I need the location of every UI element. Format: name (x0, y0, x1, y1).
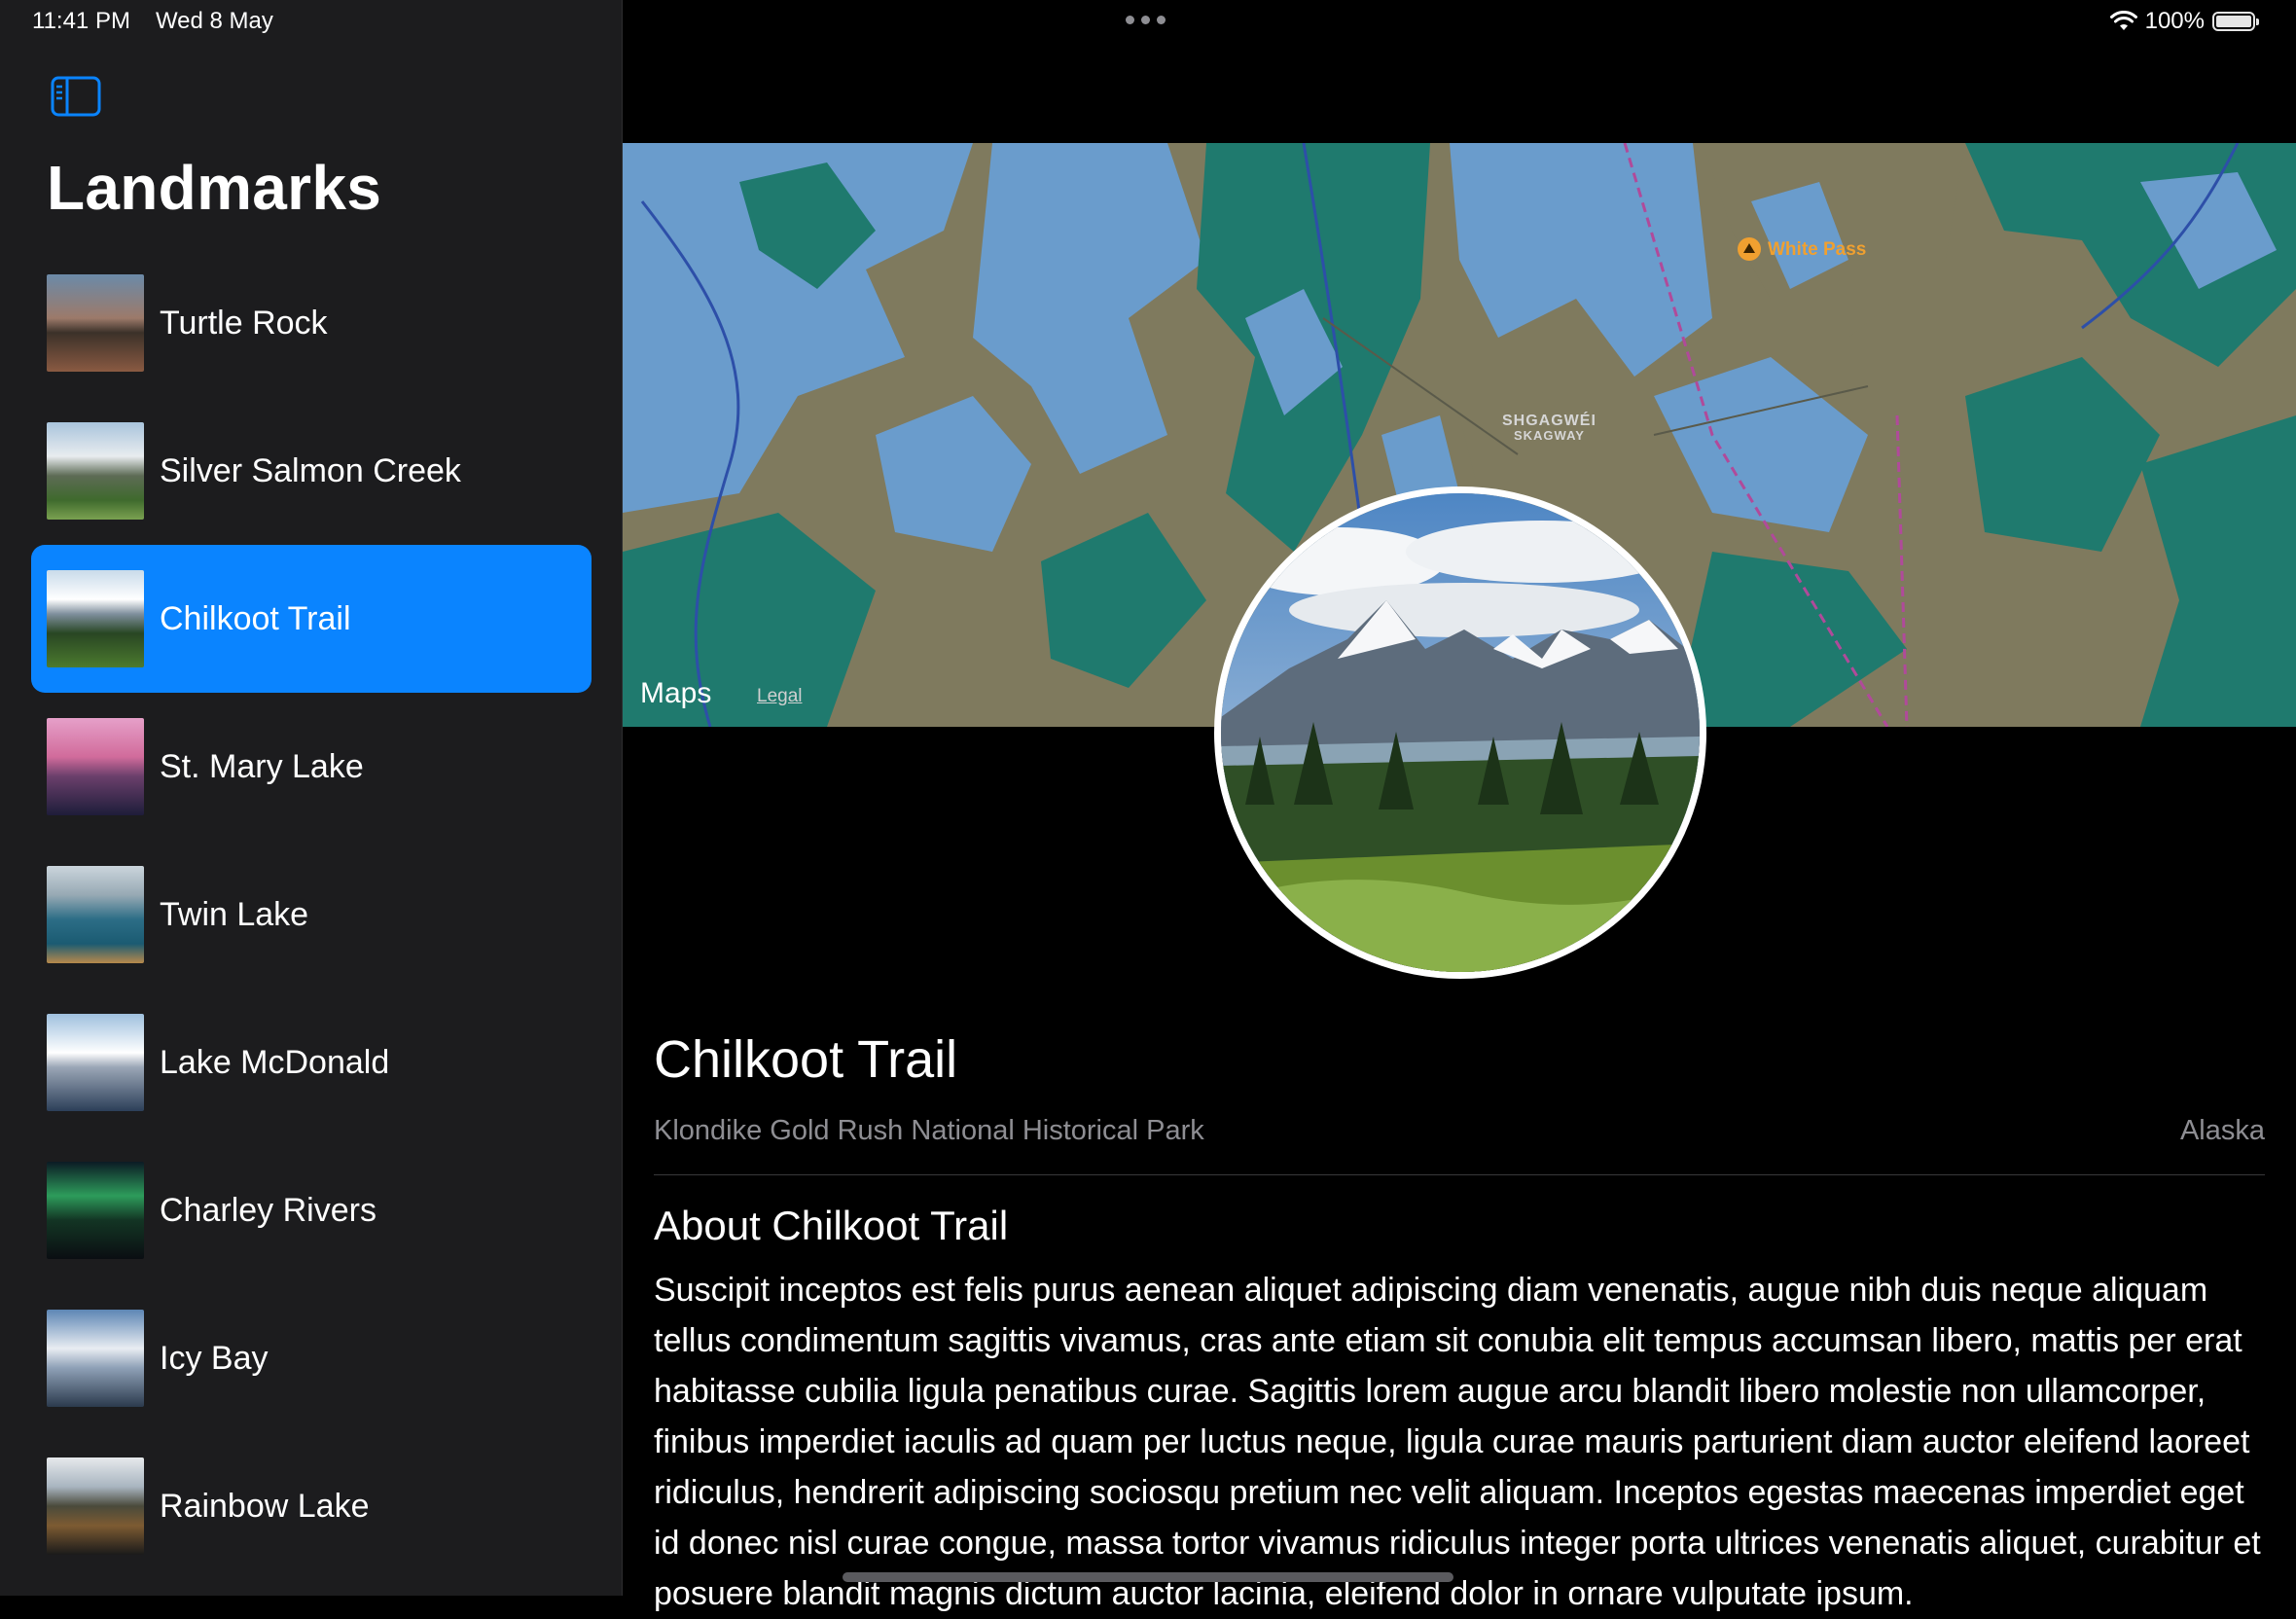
list-item-label: Rainbow Lake (160, 1487, 370, 1525)
list-item-silver-salmon-creek[interactable]: Silver Salmon Creek (31, 397, 592, 545)
landmark-list: Turtle Rock Silver Salmon Creek Chilkoot… (31, 249, 592, 1580)
landmark-title: Chilkoot Trail (654, 1030, 958, 1089)
list-item-label: Chilkoot Trail (160, 599, 351, 637)
multitasking-dots-icon[interactable] (1126, 16, 1166, 24)
landmark-thumbnail (47, 1162, 144, 1259)
landmark-thumbnail (47, 718, 144, 815)
map-label-town: SHGAGWÉI (1502, 413, 1596, 429)
apple-maps-logo: Maps (640, 677, 711, 710)
mountain-pass-pin-icon[interactable] (1738, 237, 1761, 261)
battery-icon (2212, 12, 2259, 31)
landmark-thumbnail (47, 570, 144, 667)
list-item-label: St. Mary Lake (160, 747, 364, 785)
landmark-thumbnail (47, 1014, 144, 1111)
divider (654, 1174, 2265, 1175)
state-name: Alaska (2179, 1115, 2265, 1146)
list-item-turtle-rock[interactable]: Turtle Rock (31, 249, 592, 397)
list-item-rainbow-lake[interactable]: Rainbow Lake (31, 1432, 592, 1580)
sidebar-toggle-icon[interactable] (51, 76, 101, 117)
about-heading: About Chilkoot Trail (654, 1203, 1009, 1248)
list-item-label: Lake McDonald (160, 1043, 390, 1081)
list-item-label: Turtle Rock (160, 304, 328, 342)
landmark-thumbnail (47, 1310, 144, 1407)
map-label-town-alt: SKAGWAY (1513, 428, 1585, 443)
landmark-description: Suscipit inceptos est felis purus aenean… (654, 1272, 2261, 1612)
maps-brand-label: Maps (640, 677, 712, 709)
list-item-chilkoot-trail[interactable]: Chilkoot Trail (31, 545, 592, 693)
status-date: Wed 8 May (155, 8, 273, 34)
map-legal-link[interactable]: Legal (757, 686, 803, 707)
sidebar-title: Landmarks (47, 153, 382, 223)
list-item-label: Silver Salmon Creek (160, 451, 461, 489)
home-indicator[interactable] (843, 1572, 1453, 1582)
landmark-thumbnail (47, 422, 144, 520)
list-item-icy-bay[interactable]: Icy Bay (31, 1284, 592, 1432)
list-item-lake-mcdonald[interactable]: Lake McDonald (31, 989, 592, 1136)
list-item-charley-rivers[interactable]: Charley Rivers (31, 1136, 592, 1284)
list-item-label: Charley Rivers (160, 1191, 377, 1229)
map-label-white-pass[interactable]: White Pass (1768, 239, 1866, 261)
landmark-photo (1214, 486, 1706, 979)
wifi-icon (2109, 11, 2137, 30)
list-item-label: Icy Bay (160, 1339, 269, 1377)
map-label-skagway[interactable]: SHGAGWÉI SKAGWAY (1502, 414, 1596, 443)
list-item-twin-lake[interactable]: Twin Lake (31, 841, 592, 989)
landmark-thumbnail (47, 274, 144, 372)
landmark-thumbnail (47, 866, 144, 963)
battery-percent: 100% (2144, 8, 2205, 34)
status-bar-left: 11:41 PM Wed 8 May (32, 8, 299, 35)
status-time: 11:41 PM (32, 8, 130, 34)
park-name: Klondike Gold Rush National Historical P… (654, 1115, 1204, 1146)
list-item-label: Twin Lake (160, 895, 309, 933)
list-item-st-mary-lake[interactable]: St. Mary Lake (31, 693, 592, 841)
status-bar-right: 100% (2109, 8, 2259, 35)
landmark-thumbnail (47, 1457, 144, 1555)
sidebar: Landmarks Turtle Rock Silver Salmon Cree… (0, 0, 623, 1596)
